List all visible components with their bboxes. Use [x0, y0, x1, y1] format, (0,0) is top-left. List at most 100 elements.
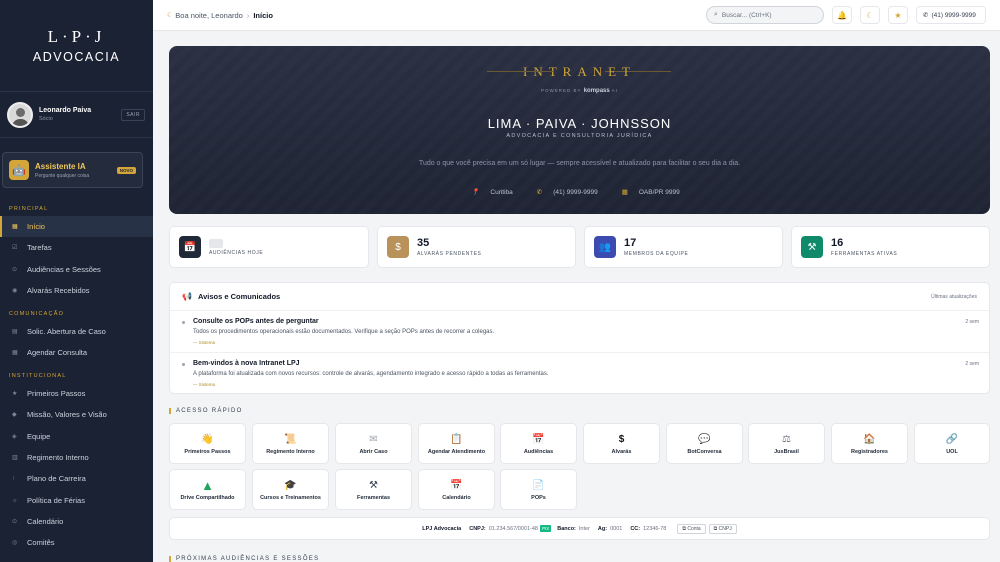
sidebar-item-label: Solic. Abertura de Caso	[27, 327, 106, 336]
stat-value: 35	[417, 237, 430, 249]
ai-assistant-button[interactable]: 🤖 Assistente IA Pergunte qualquer coisa …	[2, 152, 143, 188]
powered-brand: kompass	[583, 88, 610, 94]
notifications-button[interactable]: 🔔	[832, 6, 852, 24]
nav-section-principal: PRINCIPAL	[9, 206, 49, 212]
quick-access-title: ACESSO RÁPIDO	[169, 408, 243, 414]
quick-tile-registradores[interactable]: 🏠 Registradores	[831, 423, 908, 464]
stat-label: AUDIÊNCIAS HOJE	[209, 249, 264, 256]
quick-tile-drive[interactable]: ▲ Drive Compartilhado	[169, 469, 246, 510]
hero-city-text: Curitiba	[490, 189, 513, 196]
tile-label: BotConversa	[687, 448, 722, 455]
account-value: 12346-78	[643, 525, 667, 532]
quick-tile-primeiros-passos[interactable]: 👋 Primeiros Passos	[169, 423, 246, 464]
announcements-title: Avisos e Comunicados	[197, 292, 281, 301]
favorites-button[interactable]: ★	[888, 6, 908, 24]
search-input[interactable]: ⌕ Buscar... (Ctrl+K)	[706, 6, 824, 24]
document-icon: ◉	[12, 288, 18, 294]
sidebar-item-audiencias[interactable]: ⊙ Audiências e Sessões	[0, 259, 153, 280]
copy-account-button[interactable]: ⧉ Conta	[677, 523, 706, 534]
sidebar-item-tarefas[interactable]: ☑ Tarefas	[0, 237, 153, 258]
quick-tile-abrir-caso[interactable]: ✉ Abrir Caso	[335, 423, 412, 464]
list-item[interactable]: Consulte os POPs antes de perguntar Todo…	[182, 315, 979, 355]
quick-tile-agendar[interactable]: 📋 Agendar Atendimento	[418, 423, 495, 464]
copy-account-label: Conta	[687, 525, 701, 532]
tile-label: Drive Compartilhado	[180, 494, 235, 501]
grid-icon: ▦	[12, 224, 18, 230]
sidebar-item-regimento[interactable]: ▥ Regimento Interno	[0, 447, 153, 468]
stat-label: MEMBROS DA EQUIPE	[624, 251, 689, 257]
breadcrumb-current[interactable]: Início	[253, 11, 273, 20]
sidebar-item-comites[interactable]: ◎ Comitês	[0, 532, 153, 553]
phone-icon: ✆	[923, 12, 929, 19]
clipboard-icon: 📋	[450, 433, 463, 445]
brand-logo[interactable]: L·P·J ADVOCACIA	[0, 0, 153, 92]
robot-icon: 🤖	[9, 160, 29, 180]
quick-tile-uol[interactable]: 🔗 UOL	[914, 423, 990, 464]
sidebar-item-calendario[interactable]: ⊙ Calendário	[0, 511, 153, 532]
sidebar-item-label: Alvarás Recebidos	[27, 286, 90, 295]
nav-section-comunicacao: COMUNICAÇÃO	[9, 311, 65, 317]
stat-card-ferramentas[interactable]: ⚒ 16 FERRAMENTAS ATIVAS	[791, 226, 990, 268]
stat-card-alvaras[interactable]: $ 35 ALVARÁS PENDENTES	[377, 226, 576, 268]
announcement-title: Consulte os POPs antes de perguntar	[193, 318, 319, 325]
hero-title: INTRANET	[523, 64, 636, 79]
tools-icon: ⚒	[801, 236, 823, 258]
hero-banner: INTRANET POWERED BY kompass AI LIMA · PA…	[169, 46, 990, 214]
sidebar-item-label: Primeiros Passos	[27, 389, 86, 398]
sidebar-item-inicio[interactable]: ▦ Início	[0, 216, 153, 237]
list-item[interactable]: Bem-vindos à nova Intranet LPJ A platafo…	[182, 357, 979, 397]
theme-toggle-button[interactable]: ☾	[860, 6, 880, 24]
quick-tile-cursos[interactable]: 🎓 Cursos e Treinamentos	[252, 469, 329, 510]
company-name: LPJ Advocacia	[422, 525, 462, 532]
tile-label: Ferramentas	[356, 494, 391, 501]
sidebar-item-label: Missão, Valores e Visão	[27, 410, 107, 419]
new-badge: NOVO	[116, 166, 136, 174]
megaphone-icon: 📢	[182, 292, 192, 301]
bell-icon: 🔔	[837, 10, 847, 20]
sidebar-item-ferias[interactable]: ☼ Política de Férias	[0, 490, 153, 511]
quick-tile-ferramentas[interactable]: ⚒ Ferramentas	[335, 469, 412, 510]
sidebar-item-missao[interactable]: ◆ Missão, Valores e Visão	[0, 404, 153, 425]
stat-card-equipe[interactable]: 👥 17 MEMBROS DA EQUIPE	[584, 226, 783, 268]
moon-icon: ☾	[167, 12, 174, 19]
nav-section-institucional: INSTITUCIONAL	[9, 373, 67, 379]
book-icon: ▥	[12, 455, 18, 461]
sidebar-item-label: Início	[27, 222, 45, 231]
stat-card-audiencias[interactable]: 📅 AUDIÊNCIAS HOJE	[169, 226, 369, 268]
logout-button[interactable]: SAIR	[121, 108, 145, 121]
sidebar-item-abertura-caso[interactable]: ▤ Solic. Abertura de Caso	[0, 321, 153, 342]
users-icon: 👥	[594, 236, 616, 258]
pix-badge: PIX	[539, 525, 552, 532]
quick-tile-alvaras[interactable]: $ Alvarás	[583, 423, 660, 464]
quick-tile-jusbrasil[interactable]: ⚖ JusBrasil	[748, 423, 825, 464]
announcement-time: 2 sem	[965, 361, 979, 367]
sidebar-item-primeiros-passos[interactable]: ★ Primeiros Passos	[0, 383, 153, 404]
sidebar-item-agendar-consulta[interactable]: ▦ Agendar Consulta	[0, 342, 153, 363]
quick-tile-regimento[interactable]: 📜 Regimento Interno	[252, 423, 329, 464]
avatar[interactable]	[7, 101, 33, 128]
bank-info-bar: LPJ Advocacia CNPJ: 01.234.567/0001-48 P…	[169, 517, 990, 540]
sidebar-item-plano-carreira[interactable]: ↑ Plano de Carreira	[0, 468, 153, 489]
sidebar-item-equipe[interactable]: ◈ Equipe	[0, 426, 153, 447]
envelope-icon: ✉	[369, 433, 378, 445]
phone-button[interactable]: ✆ (41) 9999-9999	[916, 6, 986, 24]
quick-tile-calendario[interactable]: 📅 Calendário	[418, 469, 495, 510]
ai-assistant-title: Assistente IA	[35, 161, 86, 171]
calendar-icon: ▦	[12, 350, 18, 356]
quick-tile-botconversa[interactable]: 💬 BotConversa	[666, 423, 743, 464]
quick-tile-pops[interactable]: 📄 POPs	[500, 469, 577, 510]
hero-oab-text: OAB/PR 9999	[638, 189, 680, 196]
tile-label: UOL	[946, 448, 958, 455]
powered-by: POWERED BY kompass AI	[169, 88, 990, 94]
brand-mark: L·P·J	[47, 27, 106, 46]
copy-cnpj-label: CNPJ	[718, 525, 732, 532]
sidebar-item-alvaras[interactable]: ◉ Alvarás Recebidos	[0, 280, 153, 301]
tile-label: Abrir Caso	[359, 448, 388, 455]
scales-icon: ⚖	[782, 433, 791, 445]
bullet-icon	[182, 321, 185, 324]
quick-tile-audiencias[interactable]: 📅 Audiências	[500, 423, 577, 464]
users-icon: ◈	[12, 434, 17, 440]
account-label: CC:	[630, 525, 641, 532]
announcement-desc: A plataforma foi atualizada com novos re…	[193, 371, 549, 377]
copy-cnpj-button[interactable]: ⧉ CNPJ	[708, 523, 737, 534]
